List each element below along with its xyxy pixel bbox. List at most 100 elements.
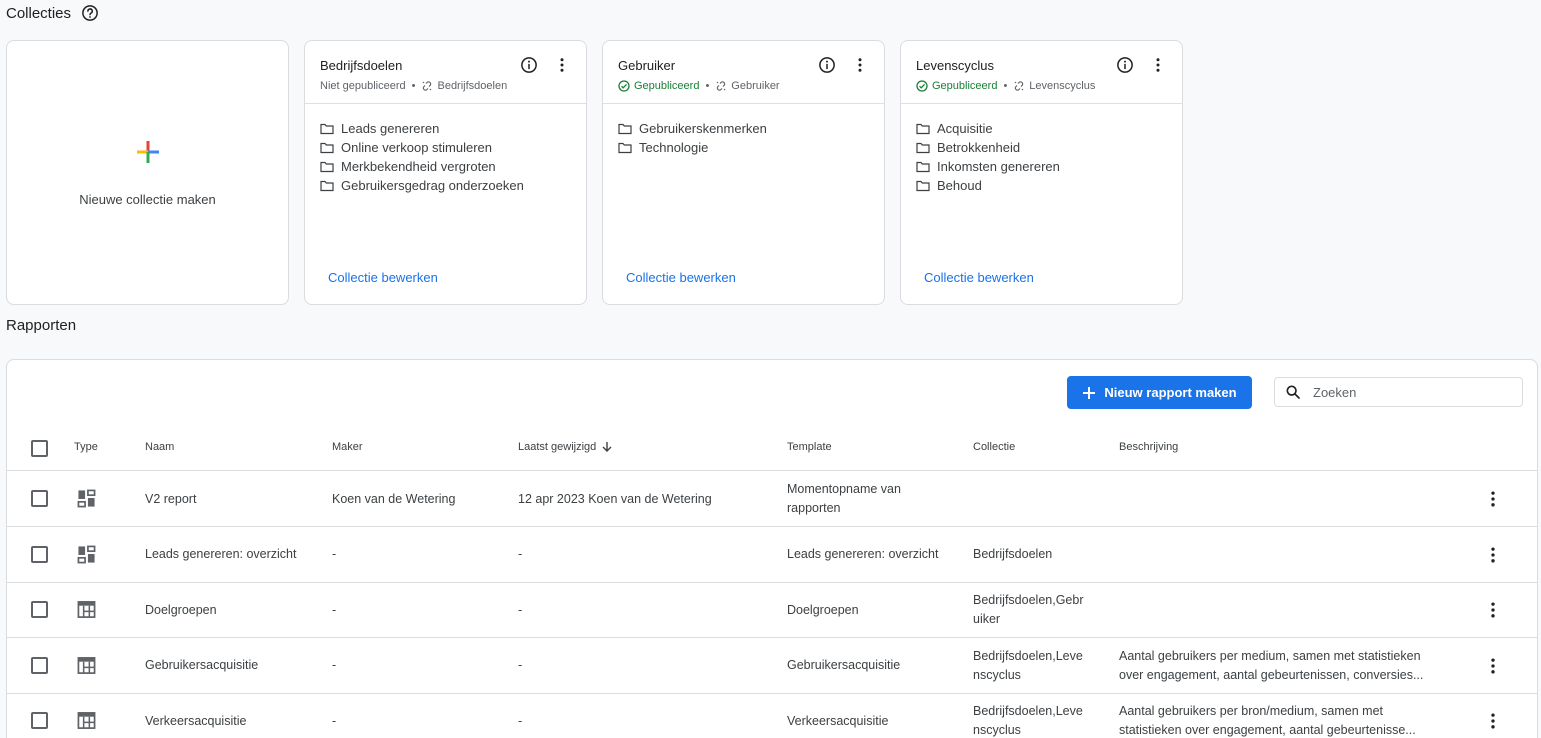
folder-label: Inkomsten genereren (937, 159, 1060, 174)
template-line: rapporten (787, 501, 841, 515)
publish-status: Niet gepubliceerd (320, 80, 406, 92)
folder-list: Gebruikerskenmerken Technologie (618, 119, 767, 157)
table-icon (77, 712, 96, 729)
report-modified: - (518, 602, 523, 617)
report-template: Leads genereren: overzicht (787, 527, 938, 583)
folder-item: Betrokkenheid (916, 138, 1060, 157)
search-box[interactable] (1274, 377, 1523, 407)
collection-header: Levenscyclus Gepubliceerd • Levenscyclus (901, 41, 1182, 104)
report-maker: - (332, 547, 337, 561)
folder-label: Online verkoop stimuleren (341, 140, 493, 155)
row-checkbox[interactable] (31, 712, 48, 729)
publish-status-label: Gepubliceerd (932, 80, 998, 92)
folder-icon (618, 142, 632, 153)
folder-item: Merkbekendheid vergroten (320, 157, 524, 176)
select-all-checkbox[interactable] (31, 440, 48, 457)
search-input[interactable] (1313, 384, 1503, 400)
more-vert-icon[interactable] (1483, 656, 1503, 676)
table-row[interactable]: Doelgroepen - - Doelgroepen Bedrijfsdoel… (7, 582, 1537, 638)
edit-collection-link[interactable]: Collectie bewerken (328, 270, 438, 285)
more-vert-icon[interactable] (1483, 489, 1503, 509)
header-collection[interactable]: Collectie (973, 441, 1015, 453)
collection-meta: Gepubliceerd • Levenscyclus (916, 80, 1095, 92)
more-vert-icon[interactable] (1483, 711, 1503, 731)
more-vert-icon[interactable] (851, 56, 869, 74)
collection-card: Gebruiker Gepubliceerd • Gebruiker Gebru… (602, 40, 885, 305)
check-circle-icon (916, 80, 928, 92)
folder-item: Technologie (618, 138, 767, 157)
collection-line: nscyclus (973, 723, 1021, 737)
collection-card: Bedrijfsdoelen Niet gepubliceerd • Bedri… (304, 40, 587, 305)
more-vert-icon[interactable] (1149, 56, 1167, 74)
table-icon (77, 601, 96, 618)
new-collection-card[interactable]: Nieuwe collectie maken (6, 40, 289, 305)
template-line: Verkeersacquisitie (787, 713, 889, 728)
folder-icon (320, 123, 334, 134)
separator-dot: • (705, 80, 710, 92)
collection-title: Bedrijfsdoelen (320, 58, 403, 73)
header-maker[interactable]: Maker (332, 441, 363, 453)
reports-panel: Nieuw rapport maken Type Naam Maker Laat… (6, 359, 1538, 738)
description-line: Aantal gebruikers per bron/medium, samen… (1119, 704, 1384, 718)
header-name[interactable]: Naam (145, 441, 174, 453)
collection-title: Gebruiker (618, 58, 676, 73)
add-collection-icon (136, 141, 159, 163)
new-report-button[interactable]: Nieuw rapport maken (1067, 376, 1252, 409)
more-vert-icon[interactable] (1483, 600, 1503, 620)
info-icon[interactable] (520, 56, 538, 74)
report-collection: Bedrijfsdoelen,Leve nscyclus (973, 693, 1083, 738)
report-name[interactable]: Doelgroepen (145, 582, 217, 638)
collection-link: Bedrijfsdoelen (421, 80, 507, 92)
more-vert-icon[interactable] (553, 56, 571, 74)
info-icon[interactable] (818, 56, 836, 74)
row-checkbox[interactable] (31, 601, 48, 618)
page: Collecties Nieuwe collectie maken Bedrij… (0, 0, 1541, 738)
table-row[interactable]: Gebruikersacquisitie - - Gebruikersacqui… (7, 638, 1537, 694)
help-icon[interactable] (81, 4, 99, 22)
collection-link: Levenscyclus (1013, 80, 1095, 92)
collection-link-label: Gebruiker (731, 80, 780, 92)
report-maker: - (332, 713, 337, 728)
header-modified-label: Laatst gewijzigd (518, 441, 597, 453)
folder-label: Gebruikersgedrag onderzoeken (341, 178, 524, 193)
report-name[interactable]: V2 report (145, 471, 196, 527)
table-row[interactable]: Verkeersacquisitie - - Verkeersacquisiti… (7, 693, 1537, 738)
report-template: Doelgroepen (787, 582, 859, 638)
collection-line: Bedrijfsdoelen,Leve (973, 648, 1083, 663)
row-checkbox[interactable] (31, 490, 48, 507)
folder-label: Gebruikerskenmerken (639, 121, 767, 136)
header-modified[interactable]: Laatst gewijzigd (518, 441, 613, 453)
collection-link-label: Levenscyclus (1029, 80, 1096, 92)
report-name[interactable]: Gebruikersacquisitie (145, 638, 258, 694)
folder-icon (320, 142, 334, 153)
row-checkbox[interactable] (31, 656, 48, 674)
collection-title: Levenscyclus (916, 58, 995, 73)
collection-line: uiker (973, 612, 1001, 626)
header-description[interactable]: Beschrijving (1119, 441, 1178, 453)
table-row[interactable]: Leads genereren: overzicht - - Leads gen… (7, 527, 1537, 583)
folder-label: Leads genereren (341, 121, 440, 136)
report-name[interactable]: Verkeersacquisitie (145, 693, 246, 738)
description-line: over engagement, aantal gebeurtenissen, … (1119, 667, 1424, 682)
info-icon[interactable] (1116, 56, 1134, 74)
collection-header: Bedrijfsdoelen Niet gepubliceerd • Bedri… (305, 41, 586, 104)
plus-icon (1083, 386, 1096, 399)
table-row[interactable]: V2 report Koen van de Wetering 12 apr 20… (7, 471, 1537, 527)
publish-status-label: Gepubliceerd (634, 80, 700, 92)
header-type[interactable]: Type (74, 441, 98, 453)
collection-link-label: Bedrijfsdoelen (437, 80, 508, 92)
folder-icon (320, 161, 334, 172)
report-maker: Koen van de Wetering (332, 491, 456, 506)
search-icon (1286, 385, 1300, 399)
edit-collection-link[interactable]: Collectie bewerken (626, 270, 736, 285)
report-name[interactable]: Leads genereren: overzicht (145, 527, 296, 583)
dashboard-icon (77, 489, 96, 508)
new-collection-label: Nieuwe collectie maken (79, 192, 216, 207)
report-template: Gebruikersacquisitie (787, 638, 900, 694)
more-vert-icon[interactable] (1483, 545, 1503, 565)
header-template[interactable]: Template (787, 441, 832, 453)
edit-collection-link[interactable]: Collectie bewerken (924, 270, 1034, 285)
row-checkbox[interactable] (31, 545, 48, 563)
collection-card: Levenscyclus Gepubliceerd • Levenscyclus… (900, 40, 1183, 305)
report-template: Verkeersacquisitie (787, 693, 888, 738)
